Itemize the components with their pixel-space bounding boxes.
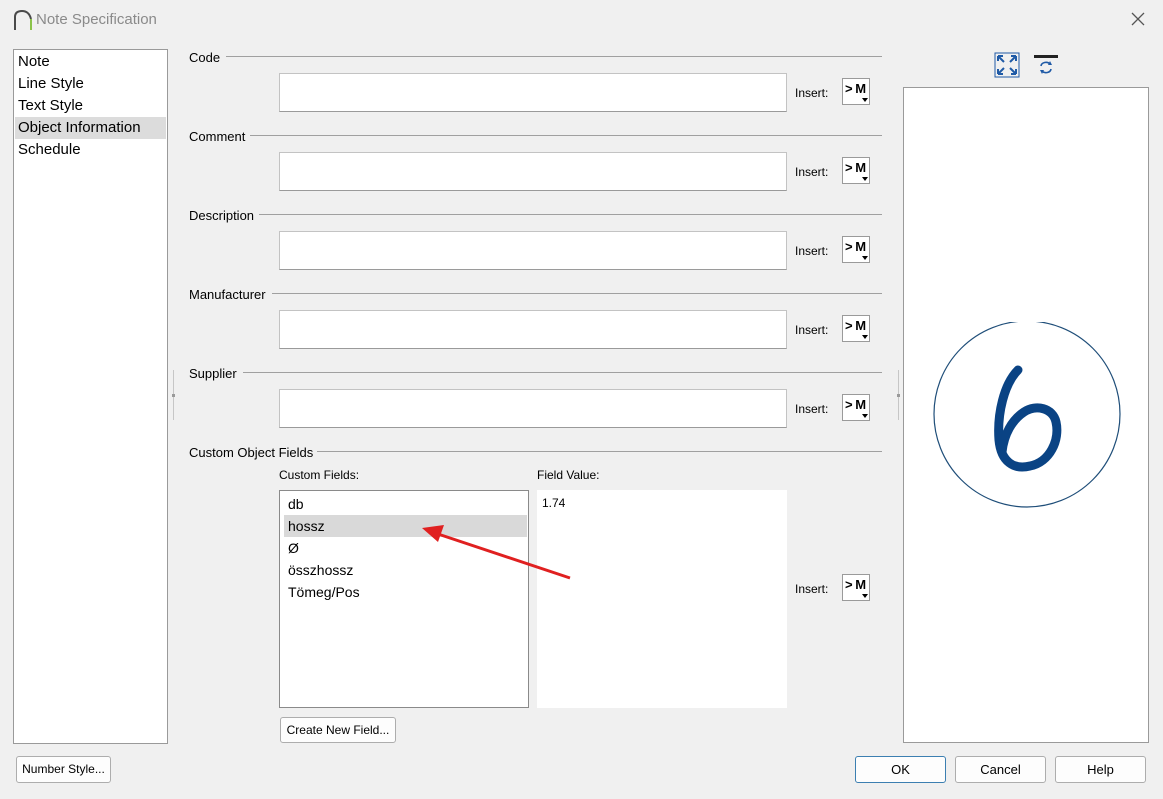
ok-button[interactable]: OK — [855, 756, 946, 783]
insert-macro-text: > M — [845, 239, 866, 254]
dropdown-arrow-icon — [862, 98, 868, 102]
manufacturer-input[interactable] — [279, 310, 787, 349]
note-preview — [903, 87, 1149, 743]
nav-item-object-information[interactable]: Object Information — [15, 117, 166, 139]
code-divider — [226, 56, 882, 57]
code-label: Code — [189, 50, 221, 65]
dropdown-arrow-icon — [862, 414, 868, 418]
refresh-preview-button[interactable] — [1033, 53, 1059, 75]
description-input[interactable] — [279, 231, 787, 270]
nav-item-text-style[interactable]: Text Style — [15, 95, 166, 117]
manufacturer-label: Manufacturer — [189, 287, 266, 302]
manufacturer-divider — [272, 293, 882, 294]
manufacturer-insert-macro-button[interactable]: > M — [842, 315, 870, 342]
custom-fields-label: Custom Fields: — [279, 468, 360, 482]
description-label: Description — [189, 208, 255, 223]
insert-macro-text: > M — [845, 397, 866, 412]
custom-field-db[interactable]: db — [284, 493, 527, 515]
supplier-label: Supplier — [189, 366, 237, 381]
close-button[interactable] — [1124, 6, 1152, 32]
supplier-insert-macro-button[interactable]: > M — [842, 394, 870, 421]
cancel-button[interactable]: Cancel — [955, 756, 1046, 783]
dropdown-arrow-icon — [862, 594, 868, 598]
custom-object-fields-label: Custom Object Fields — [189, 445, 314, 460]
fill-window-button[interactable] — [994, 52, 1020, 78]
description-insert-macro-button[interactable]: > M — [842, 236, 870, 263]
custom-object-fields-divider — [317, 451, 882, 452]
fill-window-icon — [994, 52, 1020, 78]
field-value-insert-label: Insert: — [795, 582, 829, 596]
help-button[interactable]: Help — [1055, 756, 1146, 783]
insert-macro-text: > M — [845, 577, 866, 592]
category-list[interactable]: Note Line Style Text Style Object Inform… — [13, 49, 168, 744]
nav-item-line-style[interactable]: Line Style — [15, 73, 166, 95]
field-value-insert-macro-button[interactable]: > M — [842, 574, 870, 601]
nav-item-note[interactable]: Note — [15, 51, 166, 73]
description-insert-label: Insert: — [795, 244, 829, 258]
insert-macro-text: > M — [845, 81, 866, 96]
supplier-input[interactable] — [279, 389, 787, 428]
title-bar — [0, 0, 1163, 38]
create-new-field-button[interactable]: Create New Field... — [280, 717, 396, 743]
comment-insert-macro-button[interactable]: > M — [842, 157, 870, 184]
supplier-divider — [243, 372, 882, 373]
nav-item-schedule[interactable]: Schedule — [15, 139, 166, 161]
preview-note-marker — [933, 322, 1121, 508]
supplier-insert-label: Insert: — [795, 402, 829, 416]
comment-input[interactable] — [279, 152, 787, 191]
close-icon — [1131, 12, 1145, 26]
app-icon — [14, 9, 32, 30]
code-insert-label: Insert: — [795, 86, 829, 100]
comment-label: Comment — [189, 129, 246, 144]
number-style-button[interactable]: Number Style... — [16, 756, 111, 783]
field-value-label: Field Value: — [537, 468, 600, 482]
window-title: Note Specification — [36, 11, 157, 28]
manufacturer-insert-label: Insert: — [795, 323, 829, 337]
right-splitter-grip — [897, 394, 900, 397]
dropdown-arrow-icon — [862, 256, 868, 260]
comment-divider — [250, 135, 882, 136]
code-input[interactable] — [279, 73, 787, 112]
comment-insert-label: Insert: — [795, 165, 829, 179]
code-insert-macro-button[interactable]: > M — [842, 78, 870, 105]
insert-macro-text: > M — [845, 160, 866, 175]
refresh-preview-icon — [1034, 55, 1058, 74]
annotation-arrow — [422, 525, 571, 580]
insert-macro-text: > M — [845, 318, 866, 333]
dropdown-arrow-icon — [862, 177, 868, 181]
left-splitter-grip — [172, 394, 175, 397]
dropdown-arrow-icon — [862, 335, 868, 339]
description-divider — [259, 214, 882, 215]
